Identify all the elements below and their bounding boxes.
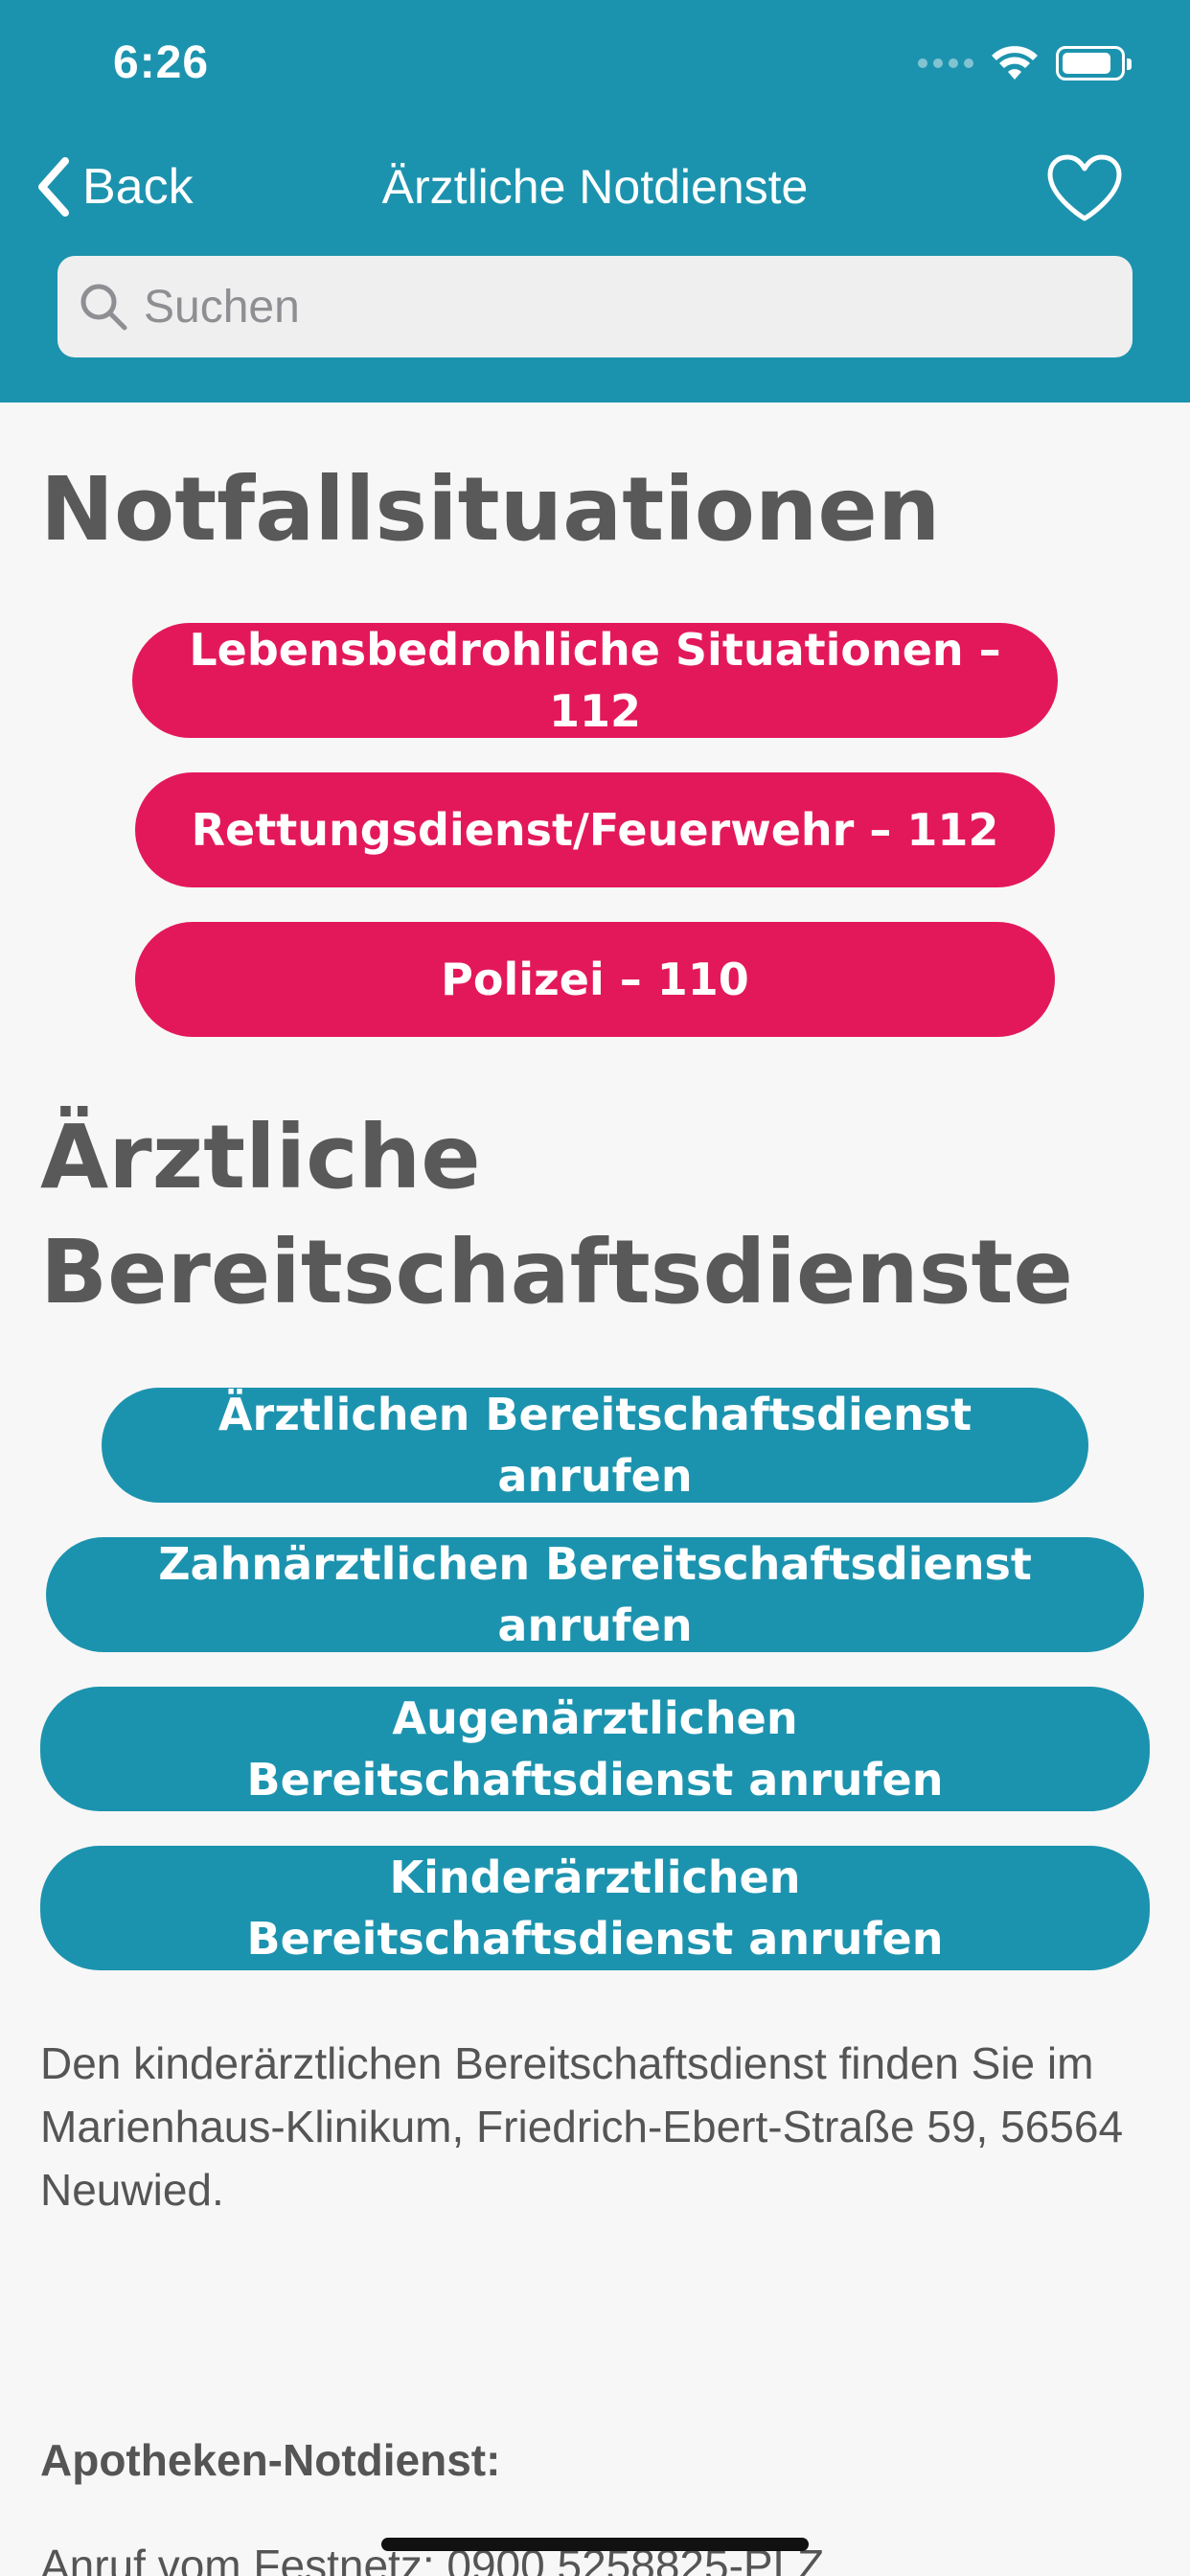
signal-icon bbox=[918, 58, 973, 68]
search-icon bbox=[80, 284, 127, 331]
status-time: 6:26 bbox=[113, 37, 210, 88]
life-threatening-call-button[interactable]: Lebensbedrohliche Situationen – 112 bbox=[132, 623, 1058, 738]
heart-icon[interactable] bbox=[1044, 153, 1125, 224]
search-input[interactable] bbox=[144, 280, 1083, 334]
home-indicator bbox=[381, 2538, 809, 2551]
doctor-oncall-button[interactable]: Ärztlichen Bereitschaftsdienst anrufen bbox=[102, 1388, 1088, 1503]
pediatric-info-text: Den kinderärztlichen Bereitschaftsdienst… bbox=[40, 2038, 1124, 2215]
app-screen: 6:26 Back Ärztliche Notdienste Suchen No… bbox=[0, 0, 1190, 2576]
battery-icon bbox=[1056, 46, 1132, 80]
dentist-oncall-button[interactable]: Zahnärztlichen Bereitschaftsdienst anruf… bbox=[46, 1537, 1144, 1652]
doctors-heading-line2: Bereitschaftsdienste bbox=[40, 1221, 1073, 1323]
rescue-fire-call-button[interactable]: Rettungsdienst/Feuerwehr – 112 bbox=[135, 772, 1055, 887]
header: 6:26 Back Ärztliche Notdienste bbox=[0, 0, 1190, 402]
wifi-icon bbox=[992, 46, 1038, 80]
doctors-heading-line1: Ärztliche bbox=[40, 1106, 481, 1208]
eye-doctor-oncall-button[interactable]: Augenärztlichen Bereitschaftsdienst anru… bbox=[40, 1687, 1150, 1811]
status-indicators bbox=[918, 42, 1132, 84]
pharmacy-label: Apotheken-Notdienst: bbox=[40, 2435, 501, 2485]
pediatrician-oncall-button[interactable]: Kinderärztlichen Bereitschaftsdienst anr… bbox=[40, 1846, 1150, 1970]
search-bar[interactable] bbox=[57, 256, 1133, 357]
emergency-heading: Notfallsituationen bbox=[40, 458, 941, 561]
police-call-button[interactable]: Polizei – 110 bbox=[135, 922, 1055, 1037]
page-title: Ärztliche Notdienste bbox=[381, 160, 809, 214]
